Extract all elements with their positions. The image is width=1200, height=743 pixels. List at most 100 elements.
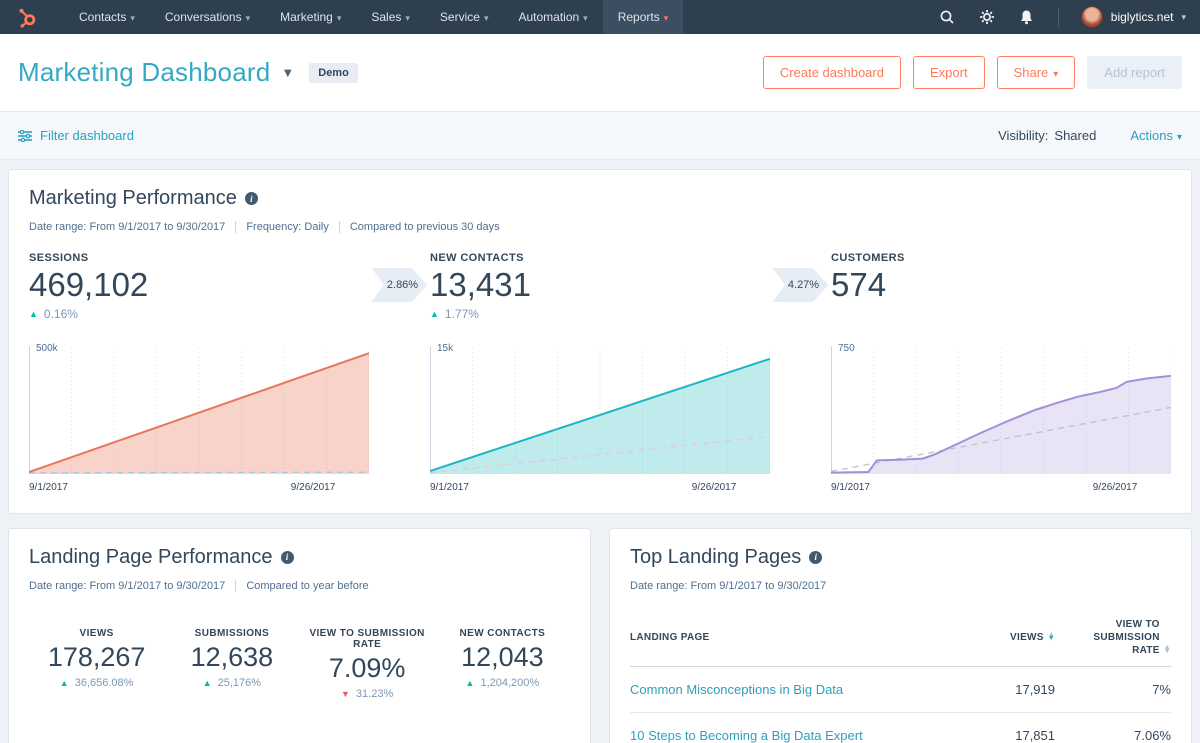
top-landing-pages-card: Top Landing Pages i Date range: From 9/1…	[609, 528, 1192, 743]
metric-label: VIEW TO SUBMISSION RATE	[300, 628, 435, 650]
settings-gear-icon[interactable]	[978, 8, 996, 26]
nav-divider	[1058, 7, 1059, 27]
account-menu[interactable]: biglytics.net ▾	[1081, 6, 1186, 28]
account-name: biglytics.net	[1111, 10, 1174, 24]
visibility-status: Visibility:Shared	[998, 128, 1096, 143]
landing-page-cell: 10 Steps to Becoming a Big Data Expert	[630, 712, 945, 743]
hubspot-sprocket-logo[interactable]	[14, 4, 40, 30]
meta-item: Date range: From 9/1/2017 to 9/30/2017	[29, 221, 235, 233]
meta-item: Compared to year before	[235, 580, 378, 592]
chevron-down-icon: ▾	[1181, 12, 1186, 23]
table-row: Common Misconceptions in Big Data 17,919…	[630, 666, 1171, 712]
metric-new-contacts: NEW CONTACTS 12,043 ▲1,204,200%	[435, 628, 570, 700]
create-dashboard-button[interactable]: Create dashboard	[763, 56, 901, 89]
chevron-down-icon: ▾	[246, 13, 251, 23]
metric-value: 178,267	[29, 642, 164, 673]
nav-item-automation[interactable]: Automation▾	[503, 0, 602, 34]
card-title: Top Landing Pages	[630, 546, 801, 569]
delta-arrow-icon: ▲	[203, 678, 212, 688]
conversion-rate-badge: 4.27%	[773, 268, 829, 302]
meta-item: Compared to previous 30 days	[339, 221, 510, 233]
metric-delta: ▲25,176%	[164, 677, 299, 689]
conversion-rate-badge: 2.86%	[372, 268, 428, 302]
meta-item: Date range: From 9/1/2017 to 9/30/2017	[630, 580, 836, 592]
chevron-down-icon: ▾	[405, 13, 410, 23]
metric-label: VIEWS	[29, 628, 164, 639]
views-cell: 17,919	[945, 666, 1055, 712]
user-avatar	[1081, 6, 1103, 28]
column-header-landing-page: Landing page	[630, 608, 945, 667]
card-meta: Date range: From 9/1/2017 to 9/30/2017Fr…	[29, 221, 1171, 233]
rate-cell: 7.06%	[1055, 712, 1171, 743]
metric-delta: ▲1.77%	[430, 307, 770, 321]
metric-value: 469,102	[29, 266, 369, 304]
customers-trend-chart: 750 9/1/20179/26/2017	[831, 346, 1171, 496]
delta-arrow-icon: ▲	[29, 309, 38, 319]
add-report-button[interactable]: Add report	[1087, 56, 1182, 89]
filter-bar: Filter dashboard Visibility:Shared Actio…	[0, 111, 1200, 160]
metric-label: SUBMISSIONS	[164, 628, 299, 639]
chevron-down-icon: ▾	[664, 13, 669, 23]
nav-menu: Contacts▾Conversations▾Marketing▾Sales▾S…	[64, 0, 683, 34]
nav-item-sales[interactable]: Sales▾	[356, 0, 425, 34]
search-icon[interactable]	[938, 8, 956, 26]
chevron-down-icon: ▾	[484, 13, 489, 23]
info-icon[interactable]: i	[809, 551, 822, 564]
chevron-down-icon: ▾	[1053, 69, 1058, 80]
info-icon[interactable]: i	[281, 551, 294, 564]
metric-label: NEW CONTACTS	[435, 628, 570, 639]
metric-customers: CUSTOMERS 574	[831, 252, 1171, 321]
delta-arrow-icon: ▲	[466, 678, 475, 688]
nav-item-contacts[interactable]: Contacts▾	[64, 0, 150, 34]
marketing-performance-card: Marketing Performance i Date range: From…	[8, 169, 1192, 514]
column-header-views[interactable]: Views▲▼	[945, 608, 1055, 667]
info-icon[interactable]: i	[245, 192, 258, 205]
metric-value: 12,638	[164, 642, 299, 673]
delta-arrow-icon: ▼	[341, 689, 350, 699]
metric-label: SESSIONS	[29, 252, 369, 264]
dashboard-body: Marketing Performance i Date range: From…	[0, 160, 1200, 743]
views-cell: 17,851	[945, 712, 1055, 743]
trend-charts-row: 500k 9/1/20179/26/2017 15k 9/1/20179/26/…	[29, 346, 1171, 496]
metric-submissions: SUBMISSIONS 12,638 ▲25,176%	[164, 628, 299, 700]
top-landing-pages-table: Landing page Views▲▼ View to Submission …	[630, 608, 1171, 743]
page-header: Marketing Dashboard ▼ Demo Create dashbo…	[0, 34, 1200, 111]
metric-value: 13,431	[430, 266, 770, 304]
chart-x-axis-labels: 9/1/20179/26/2017	[430, 482, 770, 496]
card-meta: Date range: From 9/1/2017 to 9/30/2017Co…	[29, 580, 570, 592]
share-button[interactable]: Share▾	[997, 56, 1076, 89]
new-contacts-trend-chart: 15k 9/1/20179/26/2017	[430, 346, 770, 496]
landing-page-link[interactable]: Common Misconceptions in Big Data	[630, 682, 843, 697]
column-header-view-to-submission-rate[interactable]: View to Submission Rate▲▼	[1055, 608, 1171, 667]
chart-x-axis-labels: 9/1/20179/26/2017	[29, 482, 369, 496]
nav-item-conversations[interactable]: Conversations▾	[150, 0, 265, 34]
export-button[interactable]: Export	[913, 56, 985, 89]
page-title: Marketing Dashboard	[18, 57, 270, 88]
metric-delta: ▼31.23%	[300, 688, 435, 700]
landing-page-metrics-row: VIEWS 178,267 ▲36,656.08% SUBMISSIONS 12…	[29, 628, 570, 700]
nav-item-reports[interactable]: Reports▾	[603, 0, 684, 34]
nav-item-service[interactable]: Service▾	[425, 0, 504, 34]
top-navigation: Contacts▾Conversations▾Marketing▾Sales▾S…	[0, 0, 1200, 34]
dashboard-switcher-caret-icon[interactable]: ▼	[281, 65, 294, 80]
card-title: Landing Page Performance	[29, 546, 273, 569]
landing-page-link[interactable]: 10 Steps to Becoming a Big Data Expert	[630, 728, 863, 743]
metric-value: 574	[831, 266, 1171, 304]
filter-dashboard-link[interactable]: Filter dashboard	[18, 128, 134, 143]
metric-delta: ▲36,656.08%	[29, 677, 164, 689]
chart-y-axis-label: 500k	[36, 343, 58, 354]
actions-dropdown[interactable]: Actions▾	[1130, 128, 1182, 143]
notifications-bell-icon[interactable]	[1018, 8, 1036, 26]
meta-item: Frequency: Daily	[235, 221, 339, 233]
metric-view-to-submission-rate: VIEW TO SUBMISSION RATE 7.09% ▼31.23%	[300, 628, 435, 700]
delta-arrow-icon: ▲	[60, 678, 69, 688]
chevron-down-icon: ▾	[130, 13, 135, 23]
metric-label: NEW CONTACTS	[430, 252, 770, 264]
chevron-down-icon: ▾	[1177, 132, 1182, 143]
landing-page-performance-card: Landing Page Performance i Date range: F…	[8, 528, 591, 743]
metric-delta: ▲1,204,200%	[435, 677, 570, 689]
nav-item-marketing[interactable]: Marketing▾	[265, 0, 356, 34]
delta-arrow-icon: ▲	[430, 309, 439, 319]
card-meta: Date range: From 9/1/2017 to 9/30/2017	[630, 580, 1171, 592]
metric-sessions: SESSIONS 469,102 ▲0.16%	[29, 252, 369, 321]
